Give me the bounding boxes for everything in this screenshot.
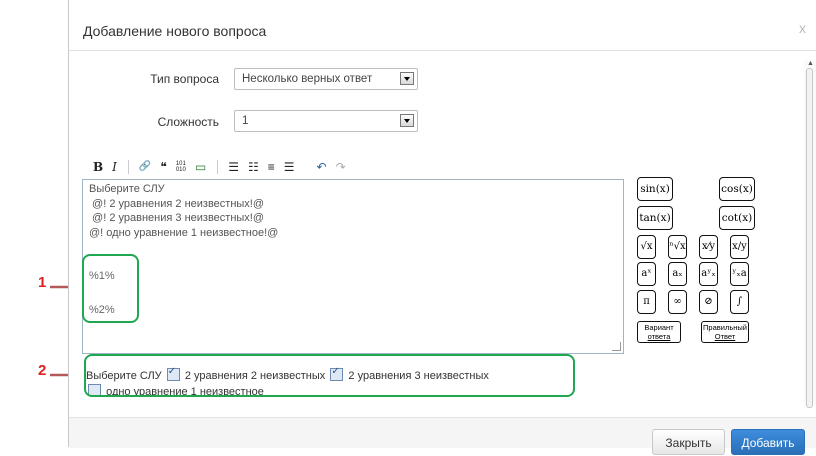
answer-variant-button[interactable]: Вариант ответа [637, 321, 681, 343]
add-question-dialog: Добавление нового вопроса x Тип вопроса … [68, 0, 816, 455]
question-type-value: Несколько верных ответ [242, 73, 373, 85]
infinity-button[interactable]: ∞ [668, 290, 687, 314]
align-icon[interactable]: ≡ [268, 159, 275, 175]
chevron-down-icon [400, 72, 414, 85]
scroll-up-icon[interactable]: ▲ [807, 60, 814, 67]
presub-button[interactable]: ʸₓa [730, 262, 749, 286]
question-editor[interactable]: Выберите СЛУ @! 2 уравнения 2 неизвестны… [82, 179, 624, 354]
dialog-footer: Закрыть Добавить [69, 417, 816, 455]
indent-icon[interactable]: ☰ [284, 159, 295, 175]
question-type-label: Тип вопроса [150, 72, 219, 86]
difficulty-value: 1 [242, 115, 249, 127]
quote-icon[interactable]: ❝ [160, 159, 166, 175]
unordered-list-icon[interactable]: ☷ [248, 159, 259, 175]
answer-variant-label: ответа [647, 332, 671, 341]
fraction-button[interactable]: x⁄y [699, 235, 718, 259]
close-button[interactable]: Закрыть [652, 429, 725, 455]
correct-answer-label: Ответ [714, 332, 736, 341]
link-icon[interactable]: 🔗 [139, 159, 151, 175]
cos-button[interactable]: cos(x) [719, 177, 755, 201]
difficulty-label: Сложность [157, 115, 219, 129]
chevron-down-icon [400, 114, 414, 127]
correct-answer-label: Правильный [703, 323, 747, 332]
resize-handle[interactable] [612, 342, 621, 351]
answer-variant-label: Вариант [644, 323, 674, 332]
highlight-placeholders [82, 254, 139, 323]
divide-button[interactable]: x/y [730, 235, 749, 259]
editor-line: Выберите СЛУ [89, 183, 165, 195]
highlight-preview [84, 354, 575, 397]
image-icon[interactable]: ▭ [195, 159, 206, 175]
undo-icon[interactable]: ↶ [317, 159, 327, 175]
editor-line: @! 2 уравнения 3 неизвестных!@ [89, 212, 265, 224]
difficulty-select[interactable]: 1 [234, 110, 418, 132]
subscript-button[interactable]: aₓ [668, 262, 687, 286]
dialog-scrollbar[interactable]: ▲ [804, 60, 816, 408]
sin-button[interactable]: sin(x) [637, 177, 673, 201]
ordered-list-icon[interactable]: ☰ [228, 159, 239, 175]
redo-icon[interactable]: ↷ [336, 159, 346, 175]
editor-line: @! 2 уравнения 2 неизвестных!@ [89, 197, 265, 210]
italic-button[interactable]: I [112, 159, 117, 175]
empty-set-button[interactable]: ⊘ [699, 290, 718, 314]
tan-button[interactable]: tan(x) [637, 206, 673, 230]
editor-line: @! одно уравнение 1 неизвестное!@ [89, 226, 279, 239]
toolbar-divider [217, 160, 219, 174]
integral-button[interactable]: ∫ [730, 290, 749, 314]
correct-answer-button[interactable]: Правильный Ответ [701, 321, 749, 343]
code-icon[interactable]: 101 010 [176, 161, 186, 173]
power-button[interactable]: aˣ [637, 262, 656, 286]
close-icon[interactable]: x [799, 20, 806, 36]
nroot-button[interactable]: ⁿ√x [668, 235, 687, 259]
dialog-title: Добавление нового вопроса [83, 23, 267, 39]
add-button[interactable]: Добавить [731, 429, 805, 455]
question-type-select[interactable]: Несколько верных ответ [234, 68, 418, 90]
pi-button[interactable]: π [637, 290, 656, 314]
sqrt-button[interactable]: √x [637, 235, 656, 259]
bold-button[interactable]: B [93, 159, 103, 175]
cot-button[interactable]: cot(x) [719, 206, 755, 230]
title-divider [69, 50, 816, 51]
annotation-marker-1: 1 [38, 274, 47, 291]
subsup-button[interactable]: aʸₓ [699, 262, 718, 286]
toolbar-divider [127, 160, 129, 174]
annotation-marker-2: 2 [38, 362, 47, 379]
scrollbar-thumb[interactable] [806, 68, 813, 408]
editor-toolbar: B I 🔗 ❝ 101 010 ▭ ☰ ☷ ≡ ☰ ↶ ↷ [93, 157, 355, 177]
